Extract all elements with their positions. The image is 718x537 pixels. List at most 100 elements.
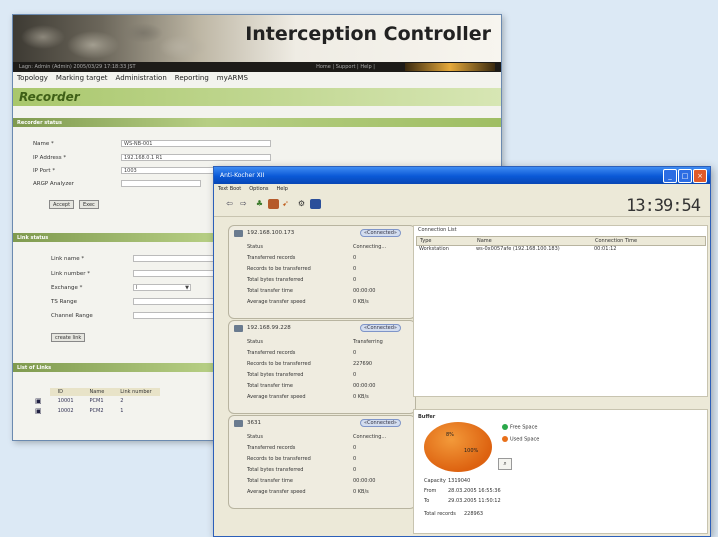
argp-analyzer-input[interactable] — [121, 180, 201, 187]
edit-icon[interactable]: ▣ — [27, 406, 50, 416]
monitor-icon[interactable] — [310, 199, 321, 209]
link-number-input[interactable] — [133, 270, 223, 277]
connection-type: Workstation — [419, 246, 449, 252]
ts-range-input[interactable] — [133, 298, 223, 305]
stat-label: Total transfer time — [247, 288, 293, 294]
header-banner-image — [13, 15, 213, 62]
stat-value: 0 — [353, 266, 357, 272]
computer-icon — [234, 420, 243, 427]
recorder-ip: 3631 — [247, 420, 261, 426]
menu-help[interactable]: Help — [277, 184, 288, 194]
info-label: Capacity — [424, 478, 446, 484]
column-header-connection-time[interactable]: Connection Time — [595, 237, 637, 245]
stat-label: Records to be transferred — [247, 266, 311, 272]
exec-button[interactable]: Exec — [79, 200, 99, 209]
table-header-icon — [27, 388, 50, 396]
toolbar: ⇦ ⇨ ♣ ➹ ⚙ 13:39:54 — [214, 194, 710, 217]
stat-value: 0 — [353, 277, 357, 283]
connection-list-panel: Connection List Type Name Connection Tim… — [413, 225, 708, 397]
menu-bar: Text Boot Options Help — [214, 184, 710, 194]
menu-reporting[interactable]: Reporting — [175, 74, 209, 86]
computer-icon — [234, 325, 243, 332]
stat-row: Records to be transferred 227690 — [247, 361, 407, 367]
table-header: Name — [81, 388, 113, 396]
clock-display: 13:39:54 — [626, 196, 701, 216]
stat-value: 00:00:00 — [353, 288, 376, 294]
zoom-icon[interactable]: ⌕ — [498, 458, 512, 470]
menu-text-boot[interactable]: Text Boot — [218, 184, 241, 194]
menu-marking-target[interactable]: Marking target — [56, 74, 108, 86]
link-id: 10001 — [57, 398, 74, 404]
info-value: 228963 — [464, 511, 484, 517]
column-header-type[interactable]: Type — [420, 237, 431, 245]
info-value: 29.03.2005 11:50:12 — [448, 498, 501, 504]
info-value: 28.03.2005 16:55:36 — [448, 488, 501, 494]
menu-administration[interactable]: Administration — [116, 74, 167, 86]
recorder-card: 3631 «Connected» Status Connecting... Tra… — [228, 415, 416, 509]
section-title: List of Links — [17, 365, 52, 371]
stat-label: Status — [247, 434, 263, 440]
stat-label: Total transfer time — [247, 383, 293, 389]
stat-value: 0 — [353, 467, 357, 473]
maximize-icon[interactable]: □ — [678, 169, 692, 183]
window-titlebar[interactable]: Anti-Kocher XII _ □ × — [214, 167, 710, 184]
window-title: Anti-Kocher XII — [220, 172, 265, 179]
accept-button[interactable]: Accept — [49, 200, 75, 209]
link-name-input[interactable] — [133, 255, 223, 262]
stat-label: Average transfer speed — [247, 299, 306, 305]
stat-label: Status — [247, 339, 263, 345]
record-icon[interactable] — [268, 199, 279, 209]
close-icon[interactable]: × — [693, 169, 707, 183]
buffer-info-row: From 28.03.2005 16:55:36 — [424, 488, 501, 494]
table-row[interactable]: ▣ 10002 PCM2 1 — [27, 406, 160, 416]
info-label: Total records — [424, 511, 456, 517]
edit-icon[interactable]: ▣ — [27, 396, 50, 406]
info-label: To — [424, 498, 430, 504]
stat-label: Average transfer speed — [247, 489, 306, 495]
table-header-row: ID Name Link number — [27, 388, 160, 396]
menu-topology[interactable]: Topology — [17, 74, 48, 86]
ip-address-input[interactable]: 192.168.0.1 R1 — [121, 154, 271, 161]
forward-arrow-icon[interactable]: ⇨ — [238, 199, 249, 209]
create-link-button[interactable]: create link — [51, 333, 86, 342]
stat-value: 227690 — [353, 361, 373, 367]
name-input[interactable]: WS-NB-001 — [121, 140, 271, 147]
header-links[interactable]: Home | Support | Help | — [316, 64, 375, 70]
connection-status-badge[interactable]: «Connected» — [360, 324, 401, 332]
stat-label: Total bytes transferred — [247, 372, 304, 378]
export-icon[interactable]: ➹ — [280, 199, 291, 209]
column-header-name[interactable]: Name — [477, 237, 492, 245]
buffer-info-row: To 29.03.2005 11:50:12 — [424, 498, 501, 504]
field-label-link-name: Link name * — [51, 256, 85, 262]
stat-value: 0 — [353, 350, 357, 356]
connection-status-badge[interactable]: «Connected» — [360, 229, 401, 237]
stat-label: Records to be transferred — [247, 456, 311, 462]
stat-row: Total bytes transferred 0 — [247, 467, 407, 473]
table-row[interactable]: ▣ 10001 PCM1 2 — [27, 396, 160, 406]
pie-label-used: 8% — [446, 432, 454, 438]
link-name: PCM2 — [89, 408, 104, 414]
field-label-exchange: Exchange * — [51, 285, 83, 291]
channel-range-input[interactable] — [133, 312, 223, 319]
menu-myarms[interactable]: myARMS — [217, 74, 248, 86]
back-arrow-icon[interactable]: ⇦ — [224, 199, 235, 209]
stat-label: Total transfer time — [247, 478, 293, 484]
list-item[interactable]: Workstation ws-0x0057afe (192.168.100.18… — [416, 245, 704, 253]
stat-row: Records to be transferred 0 — [247, 456, 407, 462]
minimize-icon[interactable]: _ — [663, 169, 677, 183]
stat-row: Status Connecting... — [247, 434, 407, 440]
stat-label: Transferred records — [247, 255, 296, 261]
connection-status-badge[interactable]: «Connected» — [360, 419, 401, 427]
menu-options[interactable]: Options — [249, 184, 268, 194]
stat-row: Total bytes transferred 0 — [247, 372, 407, 378]
settings-icon[interactable]: ⚙ — [296, 199, 307, 209]
connection-name: ws-0x0057afe (192.168.100.183) — [476, 246, 560, 252]
connect-icon[interactable]: ♣ — [254, 199, 265, 209]
exchange-select[interactable]: I ▼ — [133, 284, 191, 291]
stat-value: Transferring — [353, 339, 383, 345]
connection-time: 00:01:12 — [594, 246, 617, 252]
link-number: 2 — [120, 398, 124, 404]
buffer-label: Buffer — [418, 414, 436, 420]
chevron-down-icon[interactable]: ▼ — [185, 285, 189, 292]
field-label-ts-range: TS Range — [51, 299, 78, 305]
